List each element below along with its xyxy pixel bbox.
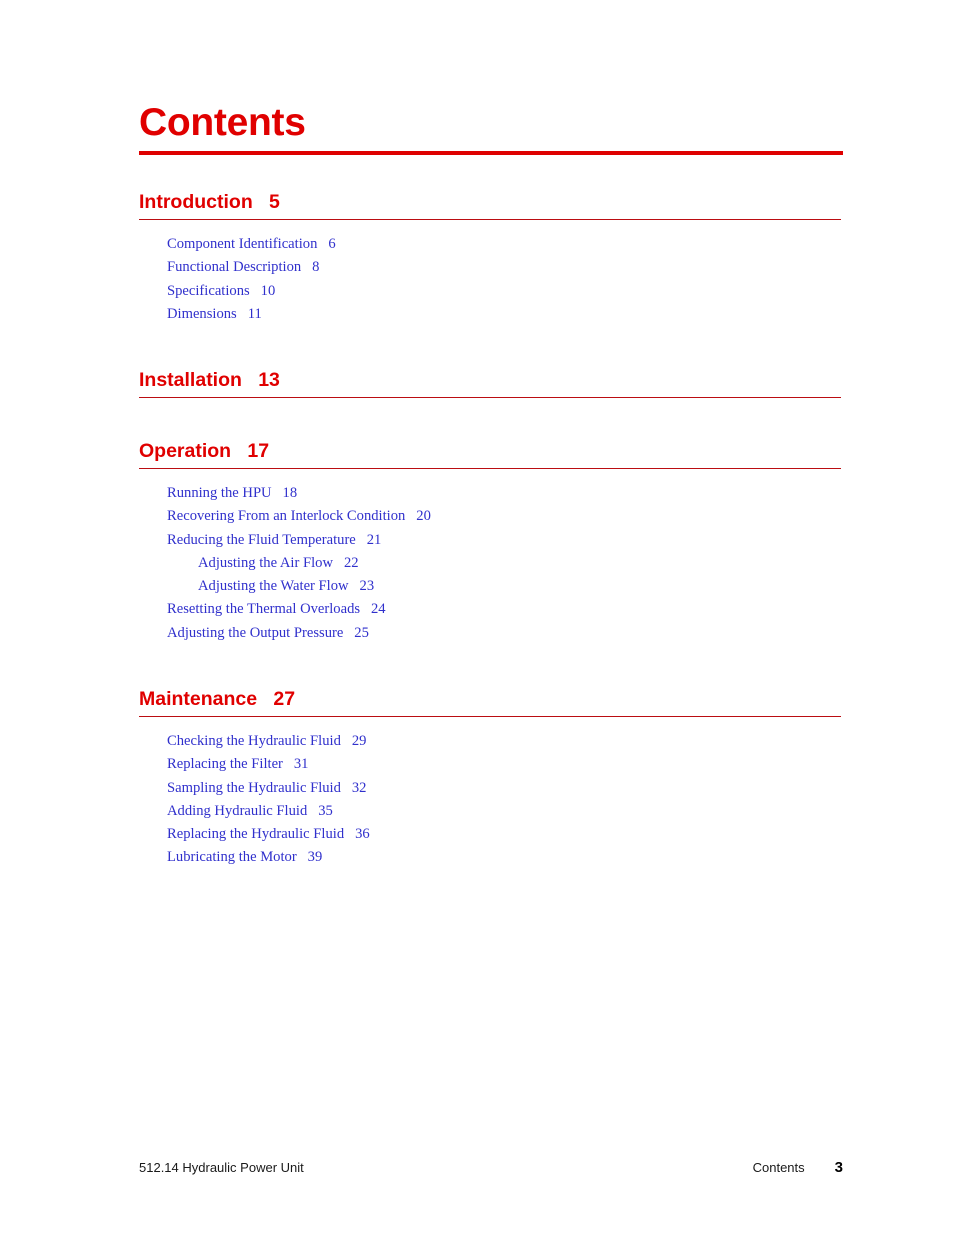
- toc-entry-label: Adjusting the Water Flow: [198, 578, 349, 595]
- chapter-title: Maintenance: [139, 688, 258, 710]
- toc-entry-page-number: 10: [260, 282, 276, 299]
- toc-page: Contents Introduction 5 Component Identif…: [0, 0, 954, 1235]
- toc-entry-page-number: 21: [366, 531, 382, 548]
- footer-right-group: Contents 3: [753, 1159, 843, 1176]
- toc-entry-page-number: 11: [247, 305, 262, 322]
- page-title: Contents: [139, 101, 306, 144]
- toc-entry-label: Specifications: [167, 282, 250, 299]
- toc-entry-label: Adjusting the Air Flow: [198, 554, 333, 571]
- toc-entry[interactable]: Recovering From an Interlock Condition 2…: [167, 505, 899, 528]
- title-divider: [139, 151, 843, 155]
- toc-entry-page-number: 8: [312, 259, 320, 276]
- toc-entry-label: Dimensions: [167, 305, 237, 322]
- toc-entry-label: Replacing the Hydraulic Fluid: [167, 826, 345, 843]
- toc-entry[interactable]: Lubricating the Motor 39: [167, 846, 899, 869]
- toc-entry-label: Recovering From an Interlock Condition: [167, 508, 406, 525]
- chapter-title: Introduction: [139, 191, 253, 213]
- toc-entry-label: Checking the Hydraulic Fluid: [167, 733, 341, 749]
- page-footer: 512.14 Hydraulic Power Unit Contents 3: [139, 1159, 843, 1179]
- toc-entry-label: Adjusting the Output Pressure: [167, 624, 344, 641]
- toc-entry[interactable]: Checking the Hydraulic Fluid 29: [167, 730, 899, 753]
- toc-entry[interactable]: Adjusting the Output Pressure 25: [167, 622, 899, 645]
- toc-entry[interactable]: Adjusting the Water Flow 23: [198, 575, 899, 598]
- chapter-divider: [139, 716, 841, 717]
- chapter-heading[interactable]: Installation 13: [139, 368, 899, 392]
- toc-entry-page-number: 20: [416, 508, 431, 525]
- toc-entry-label: Running the HPU: [167, 485, 272, 501]
- chapter-page-number: 13: [258, 369, 280, 391]
- toc-entry[interactable]: Adjusting the Air Flow 22: [198, 552, 899, 575]
- entry-list: Running the HPU 18 Recovering From an Int…: [139, 482, 899, 645]
- footer-manual-title: 512.14 Hydraulic Power Unit: [139, 1160, 304, 1175]
- toc-entry-page-number: 39: [307, 849, 323, 866]
- toc-entry-page-number: 35: [318, 802, 333, 819]
- toc-entry-page-number: 24: [371, 601, 386, 618]
- toc-entry[interactable]: Functional Description 8: [167, 256, 899, 279]
- toc-entry[interactable]: Adding Hydraulic Fluid 35: [167, 800, 899, 823]
- footer-page-number: 3: [834, 1159, 843, 1176]
- chapter-block: Maintenance 27 Checking the Hydraulic Flu…: [139, 687, 899, 870]
- toc-entry-label: Functional Description: [167, 259, 302, 276]
- chapter-page-number: 27: [273, 688, 296, 710]
- toc-entry[interactable]: Reducing the Fluid Temperature 21: [167, 529, 899, 552]
- chapter-divider: [139, 219, 841, 220]
- chapter-block: Introduction 5 Component Identification 6…: [139, 190, 899, 326]
- toc-entry[interactable]: Resetting the Thermal Overloads 24: [167, 598, 899, 621]
- toc-entry-label: Sampling the Hydraulic Fluid: [167, 779, 341, 796]
- toc-entry-label: Lubricating the Motor: [167, 849, 297, 866]
- toc-entry-page-number: 22: [343, 554, 359, 571]
- toc-entry-label: Replacing the Filter: [167, 756, 283, 773]
- chapter-heading[interactable]: Introduction 5: [139, 190, 899, 214]
- entry-list: Checking the Hydraulic Fluid 29 Replacing…: [139, 730, 899, 870]
- toc-entry-page-number: 31: [293, 756, 309, 773]
- chapter-divider: [139, 397, 841, 398]
- chapter-block: Installation 13: [139, 368, 899, 398]
- toc-entry[interactable]: Component Identification 6: [167, 233, 899, 256]
- toc-entry[interactable]: Replacing the Hydraulic Fluid 36: [167, 823, 899, 846]
- entry-list: Component Identification 6 Functional Des…: [139, 233, 899, 326]
- toc-entry-page-number: 18: [282, 485, 298, 501]
- toc-entry-page-number: 29: [351, 733, 367, 749]
- chapter-block: Operation 17 Running the HPU 18 Recovering…: [139, 439, 899, 645]
- toc-entry-label: Reducing the Fluid Temperature: [167, 531, 356, 548]
- toc-entry-label: Adding Hydraulic Fluid: [167, 802, 308, 819]
- toc-entry-label: Component Identification: [167, 236, 318, 252]
- toc-entry-page-number: 23: [359, 578, 375, 595]
- toc-entry[interactable]: Dimensions 11: [167, 303, 899, 326]
- toc-entry-page-number: 6: [328, 236, 336, 252]
- toc-entry[interactable]: Sampling the Hydraulic Fluid 32: [167, 777, 899, 800]
- toc-entry-page-number: 32: [351, 779, 367, 796]
- chapter-title: Operation: [139, 440, 232, 462]
- toc-entry-label: Resetting the Thermal Overloads: [167, 601, 361, 618]
- toc-entry[interactable]: Running the HPU 18: [167, 482, 899, 505]
- footer-section-label: Contents: [752, 1160, 805, 1175]
- chapter-title: Installation: [139, 369, 242, 391]
- chapter-divider: [139, 468, 841, 469]
- toc-entry-page-number: 36: [355, 826, 370, 843]
- toc-entry[interactable]: Specifications 10: [167, 280, 899, 303]
- chapter-heading[interactable]: Operation 17: [139, 439, 899, 463]
- chapter-page-number: 17: [247, 440, 270, 462]
- chapter-page-number: 5: [269, 191, 280, 213]
- toc-entry-page-number: 25: [354, 624, 369, 641]
- toc-entry[interactable]: Replacing the Filter 31: [167, 753, 899, 776]
- chapter-heading[interactable]: Maintenance 27: [139, 687, 899, 711]
